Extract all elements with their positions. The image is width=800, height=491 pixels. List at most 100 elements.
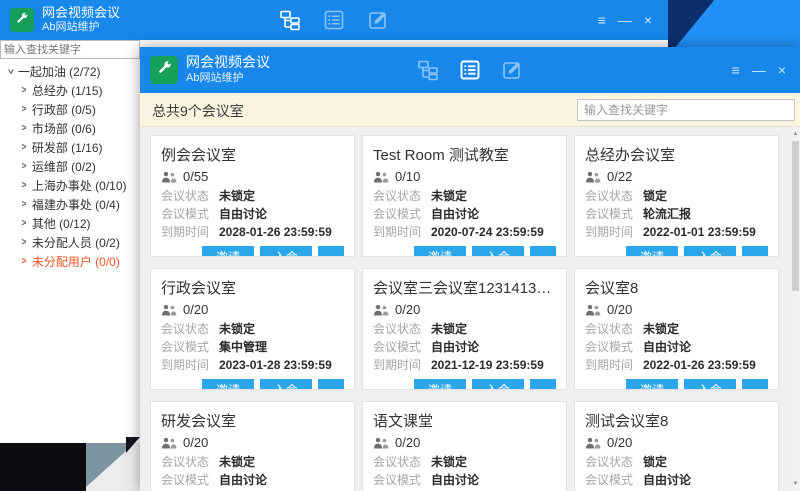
more-button[interactable]: ... bbox=[742, 246, 768, 257]
menu-icon[interactable]: ≡ bbox=[598, 13, 606, 27]
participant-count: 0/20 bbox=[183, 435, 208, 450]
mode-label: 会议模式 bbox=[585, 338, 643, 356]
tree-item[interactable]: >市场部 (0/6) bbox=[0, 119, 140, 138]
invite-button[interactable]: 邀请 bbox=[414, 246, 466, 257]
meeting-room-card: 总经办会议室0/22会议状态锁定会议模式轮流汇报到期时间2022-01-01 2… bbox=[574, 135, 779, 257]
status-value: 未锁定 bbox=[219, 320, 255, 338]
join-button[interactable]: 入会 bbox=[260, 246, 312, 257]
status-label: 会议状态 bbox=[373, 320, 431, 338]
tree-item-label: 福建办事处 (0/4) bbox=[32, 196, 120, 213]
tree-item[interactable]: >研发部 (1/16) bbox=[0, 138, 140, 157]
join-button[interactable]: 入会 bbox=[472, 379, 524, 390]
tree-item-label: 未分配人员 (0/2) bbox=[32, 234, 120, 251]
join-button[interactable]: 入会 bbox=[684, 246, 736, 257]
tree-item[interactable]: >未分配用户 (0/0) bbox=[0, 252, 140, 271]
expire-label: 到期时间 bbox=[585, 223, 643, 241]
chevron-icon: > bbox=[21, 142, 26, 153]
expire-value: 2020-07-24 23:59:59 bbox=[431, 223, 544, 241]
tree-item[interactable]: >运维部 (0/2) bbox=[0, 157, 140, 176]
room-search-input[interactable] bbox=[577, 99, 795, 121]
scrollbar-thumb[interactable] bbox=[792, 141, 799, 291]
status-value: 未锁定 bbox=[431, 453, 467, 471]
participants-icon bbox=[161, 171, 177, 183]
invite-button[interactable]: 邀请 bbox=[202, 246, 254, 257]
mode-value: 自由讨论 bbox=[219, 205, 267, 223]
meeting-room-card: Test Room 测试教室0/10会议状态未锁定会议模式自由讨论到期时间202… bbox=[362, 135, 567, 257]
tree-item[interactable]: >未分配人员 (0/2) bbox=[0, 233, 140, 252]
participant-count: 0/20 bbox=[183, 302, 208, 317]
compose-icon[interactable] bbox=[367, 9, 389, 31]
tree-item[interactable]: >一起加油 (2/72) bbox=[0, 62, 140, 81]
participants-icon bbox=[585, 437, 601, 449]
chevron-icon: > bbox=[21, 218, 26, 229]
room-count-summary: 总共9个会议室 bbox=[152, 101, 244, 121]
org-chart-icon[interactable] bbox=[417, 59, 439, 81]
tree-item[interactable]: > 福建办事处 (0/4) bbox=[0, 195, 140, 214]
org-chart-icon[interactable] bbox=[279, 9, 301, 31]
mode-label: 会议模式 bbox=[585, 205, 643, 223]
front-toolbar bbox=[140, 59, 800, 81]
back-toolbar bbox=[0, 9, 668, 31]
mode-label: 会议模式 bbox=[373, 205, 431, 223]
more-button[interactable]: ... bbox=[318, 246, 344, 257]
more-button[interactable]: ... bbox=[318, 379, 344, 390]
room-list-icon[interactable] bbox=[323, 9, 345, 31]
expire-value: 2021-12-19 23:59:59 bbox=[431, 356, 544, 374]
expire-value: 2028-01-26 23:59:59 bbox=[219, 223, 332, 241]
wallpaper-dark-tip bbox=[126, 437, 140, 453]
meeting-rooms-window: 网会视频会议 Ab网站维护 ≡ — × 总共9个会议室 例会会议室0/55会议状… bbox=[140, 47, 800, 491]
tree-item[interactable]: >总经办 (1/15) bbox=[0, 81, 140, 100]
menu-icon[interactable]: ≡ bbox=[732, 63, 740, 77]
more-button[interactable]: ... bbox=[530, 246, 556, 257]
expire-label: 到期时间 bbox=[161, 223, 219, 241]
wallpaper-triangle bbox=[668, 0, 800, 47]
room-grid-area: 例会会议室0/55会议状态未锁定会议模式自由讨论到期时间2028-01-26 2… bbox=[140, 127, 800, 491]
mode-value: 自由讨论 bbox=[643, 338, 691, 356]
status-value: 未锁定 bbox=[431, 320, 467, 338]
meeting-room-card: 测试会议室80/20会议状态锁定会议模式自由讨论到期时间2021-06-30 2… bbox=[574, 401, 779, 491]
tree-item[interactable]: >其他 (0/12) bbox=[0, 214, 140, 233]
room-name: 会议室8 bbox=[585, 277, 768, 298]
invite-button[interactable]: 邀请 bbox=[414, 379, 466, 390]
room-name: 行政会议室 bbox=[161, 277, 344, 298]
join-button[interactable]: 入会 bbox=[472, 246, 524, 257]
invite-button[interactable]: 邀请 bbox=[626, 246, 678, 257]
invite-button[interactable]: 邀请 bbox=[626, 379, 678, 390]
scroll-down-icon[interactable]: ▼ bbox=[791, 479, 800, 489]
invite-button[interactable]: 邀请 bbox=[202, 379, 254, 390]
tree-search-input[interactable] bbox=[0, 40, 140, 59]
tree-item-label: 行政部 (0/5) bbox=[32, 101, 96, 118]
join-button[interactable]: 入会 bbox=[260, 379, 312, 390]
expire-value: 2022-01-26 23:59:59 bbox=[643, 356, 756, 374]
desktop-wallpaper-top-right bbox=[668, 0, 800, 47]
participants-icon bbox=[161, 304, 177, 316]
mode-value: 自由讨论 bbox=[643, 471, 691, 489]
status-label: 会议状态 bbox=[161, 320, 219, 338]
room-list-icon[interactable] bbox=[459, 59, 481, 81]
scroll-up-icon[interactable]: ▲ bbox=[791, 129, 800, 139]
mode-value: 自由讨论 bbox=[219, 471, 267, 489]
vertical-scrollbar[interactable]: ▲ ▼ bbox=[791, 127, 800, 491]
chevron-icon: > bbox=[21, 199, 26, 210]
front-titlebar: 网会视频会议 Ab网站维护 ≡ — × bbox=[140, 47, 800, 93]
more-button[interactable]: ... bbox=[742, 379, 768, 390]
join-button[interactable]: 入会 bbox=[684, 379, 736, 390]
minimize-icon[interactable]: — bbox=[752, 63, 766, 77]
participants-icon bbox=[161, 437, 177, 449]
room-name: 会议室三会议室123141324141三会议室 bbox=[373, 277, 556, 298]
mode-label: 会议模式 bbox=[161, 205, 219, 223]
close-icon[interactable]: × bbox=[778, 63, 786, 77]
minimize-icon[interactable]: — bbox=[618, 13, 632, 27]
participant-count: 0/20 bbox=[607, 435, 632, 450]
compose-icon[interactable] bbox=[501, 59, 523, 81]
expire-label: 到期时间 bbox=[161, 356, 219, 374]
room-name: 总经办会议室 bbox=[585, 144, 768, 165]
more-button[interactable]: ... bbox=[530, 379, 556, 390]
tree-item[interactable]: >上海办事处 (0/10) bbox=[0, 176, 140, 195]
meeting-room-card: 研发会议室0/20会议状态未锁定会议模式自由讨论到期时间2022-01-26 2… bbox=[150, 401, 355, 491]
mode-value: 自由讨论 bbox=[431, 471, 479, 489]
room-name: Test Room 测试教室 bbox=[373, 144, 556, 165]
close-icon[interactable]: × bbox=[644, 13, 652, 27]
department-tree: >一起加油 (2/72)>总经办 (1/15)>行政部 (0/5)>市场部 (0… bbox=[0, 62, 140, 271]
tree-item[interactable]: >行政部 (0/5) bbox=[0, 100, 140, 119]
